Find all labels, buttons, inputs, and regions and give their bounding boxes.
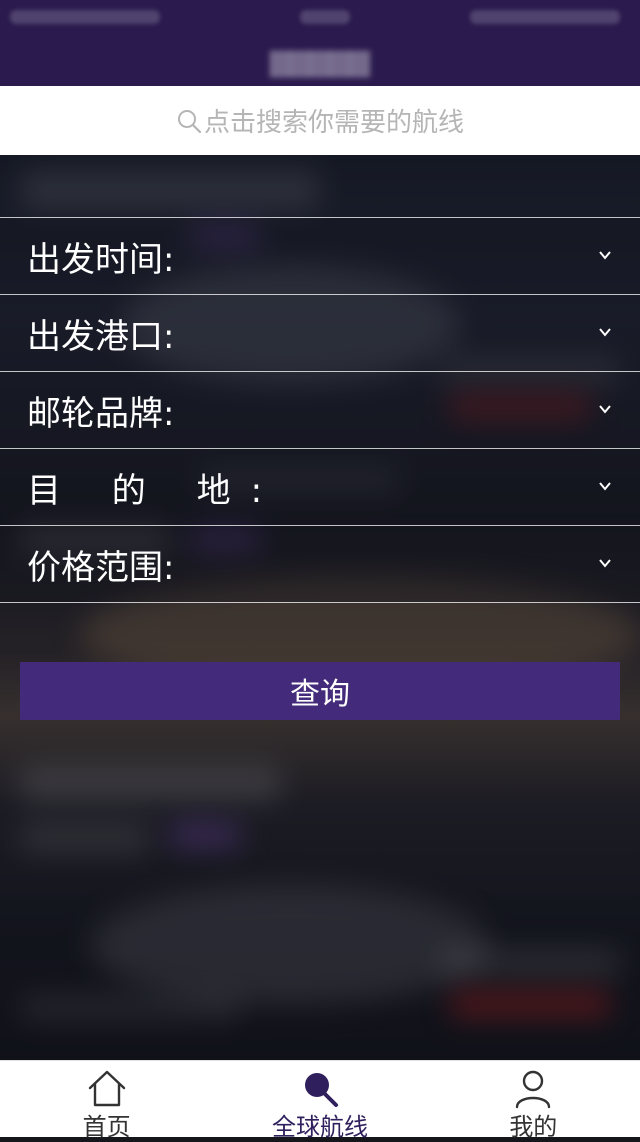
chevron-down-icon <box>599 559 611 568</box>
search-placeholder: 点击搜索你需要的航线 <box>203 108 464 138</box>
filter-panel: 出发时间: 出发港口: 邮轮品牌: 目 的 地: 价格范围: <box>0 217 640 603</box>
filter-label: 出发时间: <box>27 239 175 280</box>
user-icon <box>516 1070 551 1109</box>
tab-label: 我的 <box>509 1113 558 1141</box>
chevron-down-icon <box>599 405 611 414</box>
home-icon <box>88 1070 125 1107</box>
filter-destination[interactable]: 目 的 地: <box>0 448 640 525</box>
chevron-down-icon <box>599 328 611 337</box>
nav-title-blurred: ▇▇▇▇▇ <box>270 48 370 78</box>
filter-departure-port[interactable]: 出发港口: <box>0 294 640 371</box>
status-time <box>300 10 350 24</box>
search-icon <box>176 108 202 134</box>
filter-label: 出发港口: <box>27 316 175 357</box>
filter-cruise-brand[interactable]: 邮轮品牌: <box>0 371 640 448</box>
nav-bar: ▇▇▇▇▇ <box>0 40 640 86</box>
status-battery <box>470 10 620 24</box>
search-icon <box>304 1073 338 1107</box>
filter-label: 价格范围: <box>27 547 175 588</box>
filter-departure-time[interactable]: 出发时间: <box>0 217 640 294</box>
chevron-down-icon <box>599 251 611 260</box>
filter-label: 目 的 地: <box>27 470 283 511</box>
status-bar <box>0 0 640 40</box>
chevron-down-icon <box>599 482 611 491</box>
tab-global-routes[interactable]: 全球航线 <box>213 1061 426 1141</box>
filter-price-range[interactable]: 价格范围: <box>0 525 640 603</box>
tab-label: 全球航线 <box>271 1113 368 1141</box>
tab-home[interactable]: 首页 <box>0 1061 213 1141</box>
search-bar[interactable]: 点击搜索你需要的航线 <box>0 86 640 155</box>
query-button[interactable]: 查询 <box>20 662 620 720</box>
tab-bar: 首页 全球航线 我的 <box>0 1060 640 1141</box>
tab-mine[interactable]: 我的 <box>427 1061 640 1141</box>
filter-label: 邮轮品牌: <box>27 393 175 434</box>
status-signal <box>10 10 160 24</box>
tab-label: 首页 <box>82 1113 131 1141</box>
